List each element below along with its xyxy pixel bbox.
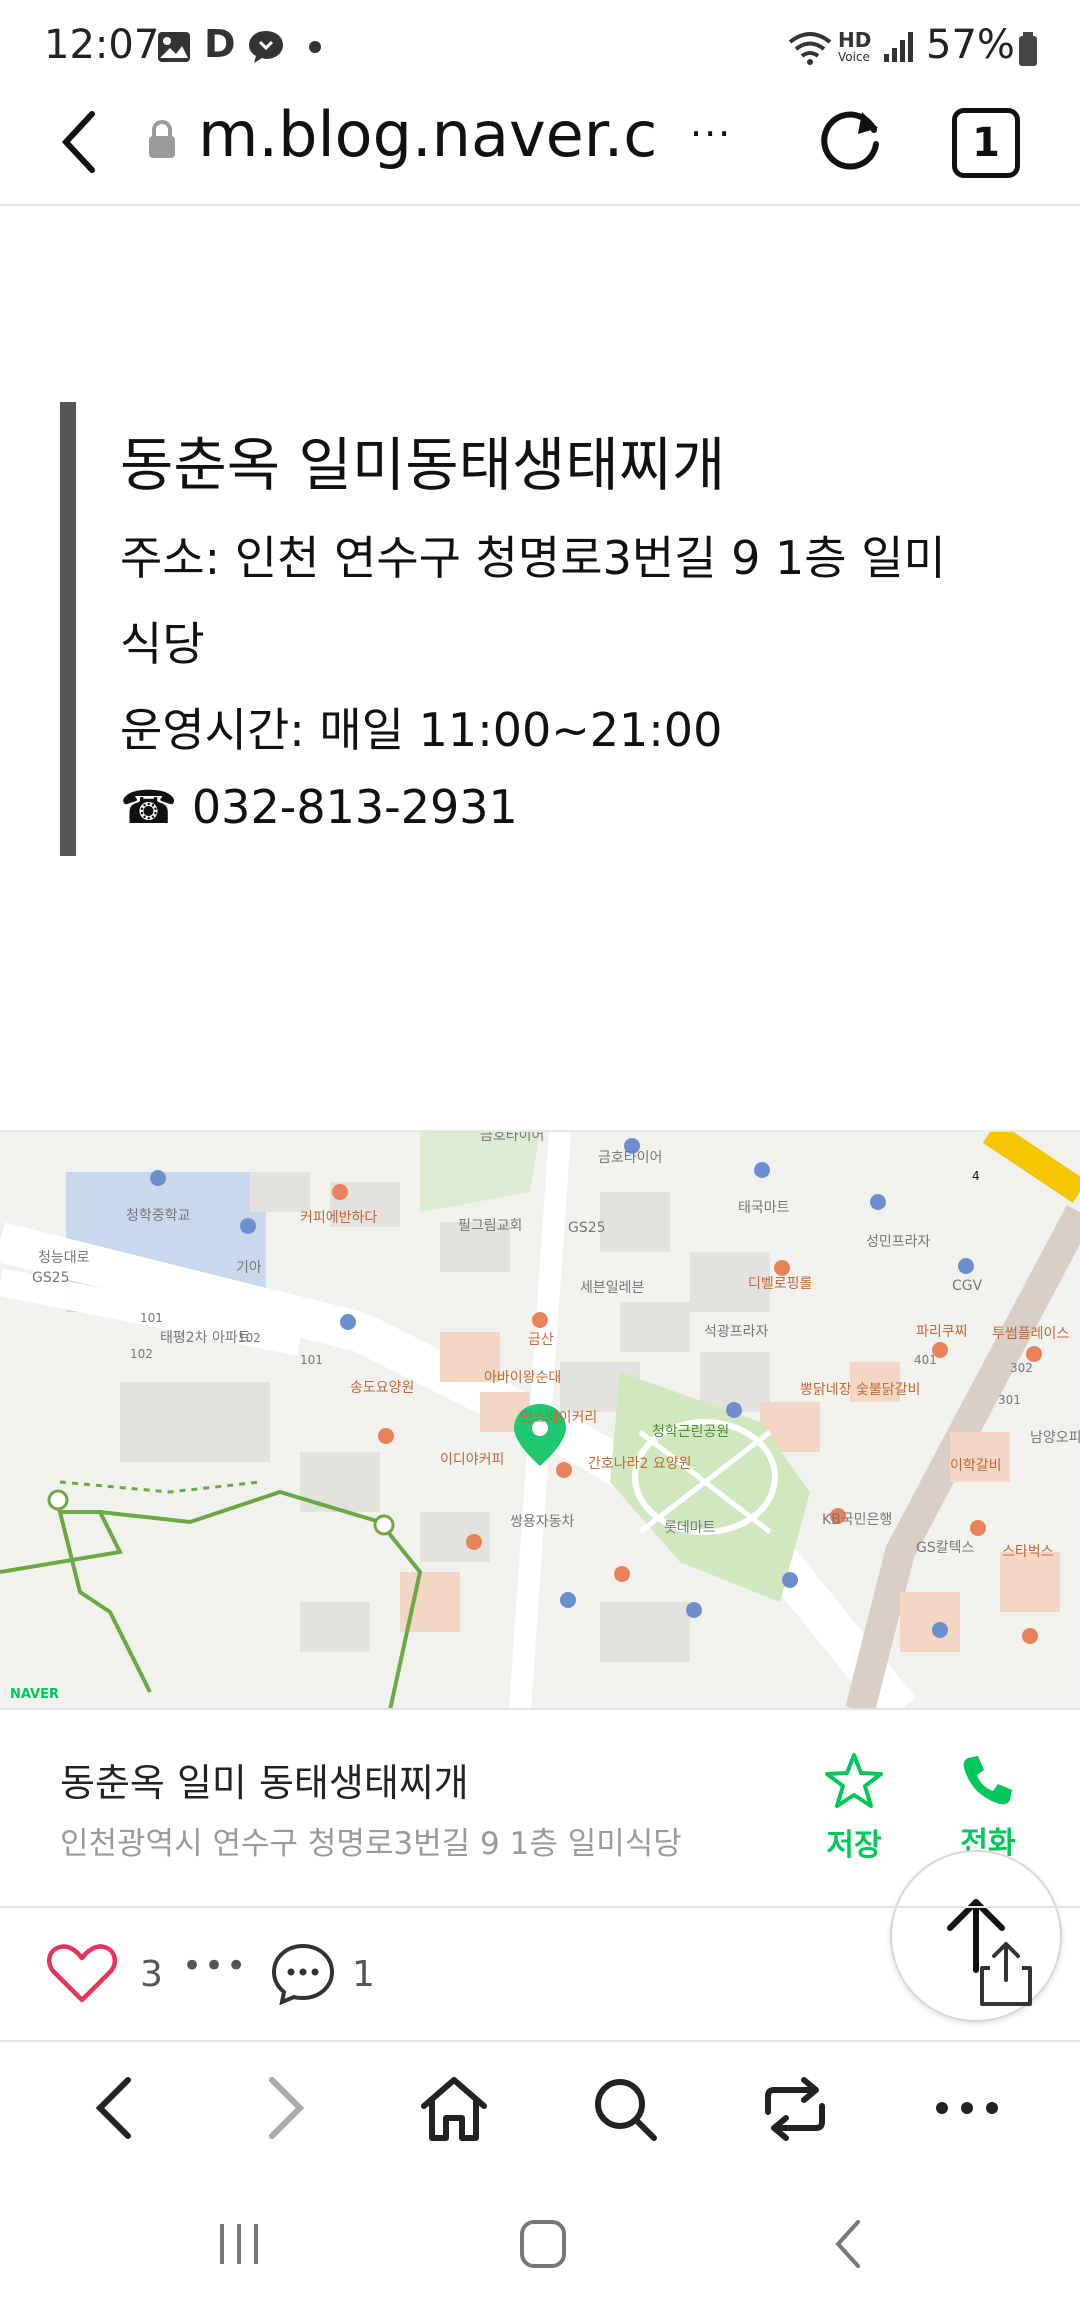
map-label: KB국민은행 <box>822 1512 892 1528</box>
place-address: 인천광역시 연수구 청명로3번길 9 1층 일미식당 <box>60 1826 682 1862</box>
back-icon[interactable] <box>58 110 98 174</box>
map-label: 간호나라2 요양원 <box>588 1456 692 1472</box>
comment-count: 1 <box>352 1954 375 1995</box>
app-notification-icon: D <box>204 22 236 66</box>
url-more-button[interactable]: ··· <box>690 112 732 156</box>
map-label: 세븐일레븐 <box>580 1280 645 1296</box>
hours-line: 운영시간: 매일 11:00~21:00 <box>120 703 723 757</box>
menu-more-icon[interactable] <box>932 2098 1002 2118</box>
share-icon[interactable] <box>976 1940 1036 2008</box>
tabs-switch-icon[interactable] <box>758 2076 832 2142</box>
comment-icon[interactable] <box>270 1942 336 2006</box>
save-button[interactable]: 저장 <box>794 1752 914 1864</box>
map-label: 102 <box>238 1331 261 1345</box>
reload-icon[interactable] <box>818 104 886 172</box>
map-label: 금산 <box>528 1332 554 1348</box>
map-label: 롯데마트 <box>664 1520 716 1536</box>
like-count: 3 <box>140 1954 163 1995</box>
map-label: 102 <box>130 1347 153 1361</box>
map-label: 청학근린공원 <box>652 1424 729 1440</box>
lock-icon <box>149 120 175 158</box>
signal-icon <box>884 32 913 62</box>
map-label: 금호타이어 <box>480 1132 544 1144</box>
map-label: 안스베이커리 <box>520 1410 597 1426</box>
map-label: 뽕닭네장 숯불닭갈비 <box>800 1382 920 1398</box>
restaurant-title: 동춘옥 일미동태생태찌개 <box>120 431 726 499</box>
search-icon[interactable] <box>590 2074 660 2144</box>
system-back-icon[interactable] <box>828 2218 868 2270</box>
phone-icon <box>963 1756 1012 1805</box>
map-label: GS칼텍스 <box>916 1540 974 1556</box>
map-label: 필그림교회 <box>458 1218 522 1234</box>
gallery-icon <box>158 32 190 62</box>
map-view[interactable]: 청학중학교 커피에반하다 필그림교회 GS25 금호타이어 금호타이어 태국마트… <box>0 1130 1080 1710</box>
map-label: 남양오피 <box>1030 1430 1080 1446</box>
battery-percent: 57% <box>926 22 1015 68</box>
home-icon[interactable] <box>418 2074 490 2144</box>
address-line-1: 주소: 인천 연수구 청명로3번길 9 1층 일미 <box>120 531 946 585</box>
map-label: 스타벅스 <box>1002 1544 1054 1560</box>
quote-bar <box>60 402 76 856</box>
map-label: 아바이왕순대 <box>484 1370 561 1386</box>
status-bar: 12:07 D HD Voice 57% <box>0 0 1080 88</box>
system-nav-bar <box>0 2190 1080 2316</box>
map-label: 청학중학교 <box>126 1208 191 1224</box>
map-label: 4 <box>972 1169 980 1183</box>
map-label: 청능대로 <box>38 1250 90 1266</box>
status-time: 12:07 <box>44 22 160 68</box>
chat-notification-icon <box>249 31 283 63</box>
divider <box>0 2040 1080 2042</box>
nav-forward-icon[interactable] <box>260 2076 312 2140</box>
map-label: 투썸플레이스 <box>992 1326 1069 1342</box>
tabs-button[interactable]: 1 <box>952 108 1020 178</box>
naver-map-logo: NAVER <box>10 1687 59 1702</box>
map-label: 파리쿠찌 <box>916 1324 968 1340</box>
place-name[interactable]: 동춘옥 일미 동태생태찌개 <box>60 1752 469 1807</box>
call-button[interactable]: 전화 <box>928 1752 1048 1862</box>
divider <box>0 1708 1080 1710</box>
recent-apps-icon[interactable] <box>214 2220 264 2268</box>
map-label: 101 <box>140 1311 163 1325</box>
map-green-top <box>420 1132 540 1212</box>
map-label: 기아 <box>236 1260 262 1276</box>
more-dots[interactable]: ••• <box>182 1946 248 1986</box>
divider <box>0 1906 1080 1908</box>
map-label: GS25 <box>32 1270 70 1286</box>
phone-line[interactable]: ☎ 032-813-2931 <box>120 780 518 834</box>
map-label: 커피에반하다 <box>300 1210 377 1226</box>
map-label: GS25 <box>568 1220 606 1236</box>
browser-bottom-nav <box>0 2048 1080 2168</box>
voice-label: Voice <box>838 50 870 64</box>
nav-back-icon[interactable] <box>88 2076 140 2140</box>
map-label: 석광프라자 <box>704 1324 769 1340</box>
map-label: 101 <box>300 1353 323 1367</box>
map-label: 401 <box>914 1353 937 1367</box>
address-line-2: 식당 <box>120 617 205 671</box>
map-label: 쌍용자동차 <box>510 1514 575 1530</box>
dot-icon <box>309 41 321 53</box>
map-label: 302 <box>1010 1361 1033 1375</box>
url-field[interactable]: m.blog.naver.c <box>198 98 657 171</box>
map-label: 이디야커피 <box>440 1452 504 1468</box>
heart-icon[interactable] <box>46 1942 118 2006</box>
map-subway-line <box>982 1132 1080 1203</box>
map-label: 태국마트 <box>738 1200 790 1216</box>
map-canvas: 청학중학교 커피에반하다 필그림교회 GS25 금호타이어 금호타이어 태국마트… <box>0 1132 1080 1710</box>
wifi-icon <box>788 32 832 65</box>
map-label: 송도요양원 <box>350 1380 414 1396</box>
battery-icon <box>1019 32 1037 66</box>
map-label: CGV <box>952 1278 983 1294</box>
map-label: 301 <box>998 1393 1021 1407</box>
map-label: 성민프라자 <box>866 1234 931 1250</box>
map-label: 금호타이어 <box>598 1150 662 1166</box>
star-icon <box>825 1753 883 1808</box>
hd-voice-label: HD <box>838 28 872 52</box>
map-label: 이학갈비 <box>950 1458 1002 1474</box>
map-label: 디벨로핑롤 <box>748 1276 813 1292</box>
system-home-icon[interactable] <box>518 2218 568 2270</box>
